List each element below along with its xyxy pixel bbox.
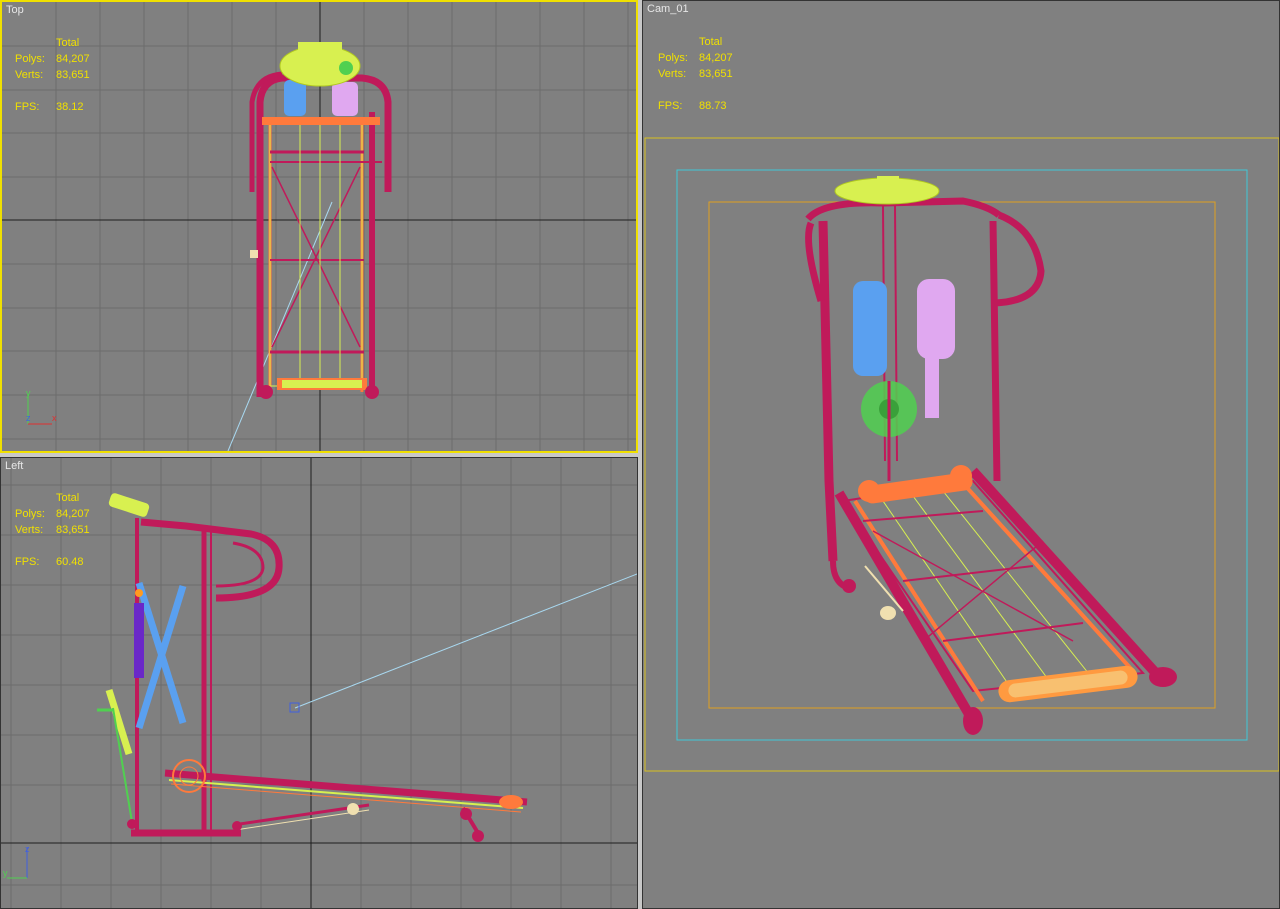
- verts-value: 83,651: [56, 69, 90, 81]
- stats-overlay-top: Total Polys: 84,207 Verts: 83,651 FPS: 38.1…: [15, 35, 105, 115]
- viewport-left[interactable]: z y Left Total Polys: 84,207 Verts: 83,651…: [0, 457, 638, 909]
- svg-text:y: y: [3, 868, 8, 878]
- safe-frame-title: [708, 201, 1216, 709]
- treadmill-perspective-model: [805, 176, 1177, 735]
- verts-label: Verts:: [658, 68, 687, 80]
- verts-value: 83,651: [699, 68, 733, 80]
- svg-text:y: y: [26, 388, 31, 398]
- fps-value: 88.73: [699, 100, 727, 112]
- viewport-top[interactable]: y x z Top Total Polys: 84,207 Verts: 83,65…: [0, 0, 638, 453]
- verts-value: 83,651: [56, 524, 90, 536]
- verts-label: Verts:: [15, 69, 44, 81]
- polys-value: 84,207: [56, 53, 90, 65]
- viewport-label-top[interactable]: Top: [6, 4, 24, 16]
- stats-overlay-left: Total Polys: 84,207 Verts: 83,651 FPS: 60.4…: [15, 490, 105, 570]
- fps-label: FPS:: [15, 556, 40, 568]
- svg-text:z: z: [25, 844, 30, 854]
- stats-header: Total: [699, 36, 723, 48]
- camera-viewport-scene: [644, 137, 1279, 772]
- safe-frame-action: [676, 169, 1248, 741]
- verts-label: Verts:: [15, 524, 44, 536]
- axis-tripod-top: y x z: [26, 388, 57, 425]
- stats-overlay-camera: Total Polys: 84,207 Verts: 83,651 FPS: 88.7…: [658, 34, 748, 114]
- svg-text:z: z: [26, 413, 31, 423]
- viewport-camera[interactable]: Cam_01 Total Polys: 84,207 Verts: 83,651 F…: [642, 0, 1280, 909]
- axis-tripod-left: z y: [3, 844, 30, 879]
- polys-value: 84,207: [56, 508, 90, 520]
- polys-label: Polys:: [15, 508, 45, 520]
- viewport-label-camera[interactable]: Cam_01: [647, 3, 689, 15]
- fps-value: 38.12: [56, 101, 84, 113]
- svg-text:x: x: [52, 413, 57, 423]
- polys-label: Polys:: [15, 53, 45, 65]
- stats-header: Total: [56, 492, 80, 504]
- fps-label: FPS:: [15, 101, 40, 113]
- fps-label: FPS:: [658, 100, 683, 112]
- polys-label: Polys:: [658, 52, 688, 64]
- stats-header: Total: [56, 37, 80, 49]
- viewport-label-left[interactable]: Left: [5, 460, 23, 472]
- polys-value: 84,207: [699, 52, 733, 64]
- fps-value: 60.48: [56, 556, 84, 568]
